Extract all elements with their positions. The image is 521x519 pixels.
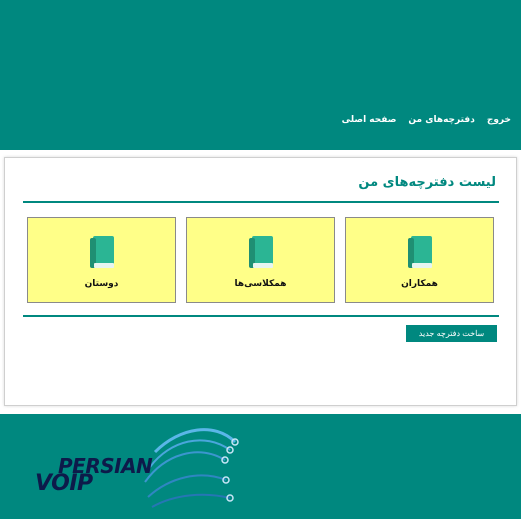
notebook-card-colleagues[interactable]: همکاران — [345, 217, 494, 303]
divider-top — [23, 201, 499, 203]
header: صفحه اصلی دفترچه‌های من خروج — [0, 0, 521, 150]
notebook-card-classmates[interactable]: همکلاسی‌ها — [186, 217, 335, 303]
notebook-card-friends[interactable]: دوستان — [27, 217, 176, 303]
main-nav: صفحه اصلی دفترچه‌های من خروج — [342, 115, 511, 125]
content-card: لیست دفترچه‌های من همکاران همکلاسی‌ها — [4, 157, 517, 406]
nav-my-notebooks[interactable]: دفترچه‌های من — [408, 115, 474, 125]
book-icon — [89, 236, 114, 268]
footer: PERSIAN VOIP — [0, 414, 521, 519]
page-title: لیست دفترچه‌های من — [358, 175, 496, 190]
divider-bottom — [23, 315, 499, 317]
book-icon — [248, 236, 273, 268]
notebook-label: همکلاسی‌ها — [234, 279, 287, 289]
nav-logout[interactable]: خروج — [487, 115, 511, 125]
notebook-label: همکاران — [401, 279, 438, 289]
nav-home[interactable]: صفحه اصلی — [342, 115, 397, 125]
persian-voip-logo: PERSIAN VOIP — [30, 422, 250, 514]
notebook-list: همکاران همکلاسی‌ها دوستان — [27, 217, 494, 303]
book-icon — [407, 236, 432, 268]
notebook-label: دوستان — [84, 279, 119, 289]
new-notebook-button[interactable]: ساخت دفترچه جدید — [406, 325, 497, 342]
logo-text-voip: VOIP — [35, 471, 93, 496]
